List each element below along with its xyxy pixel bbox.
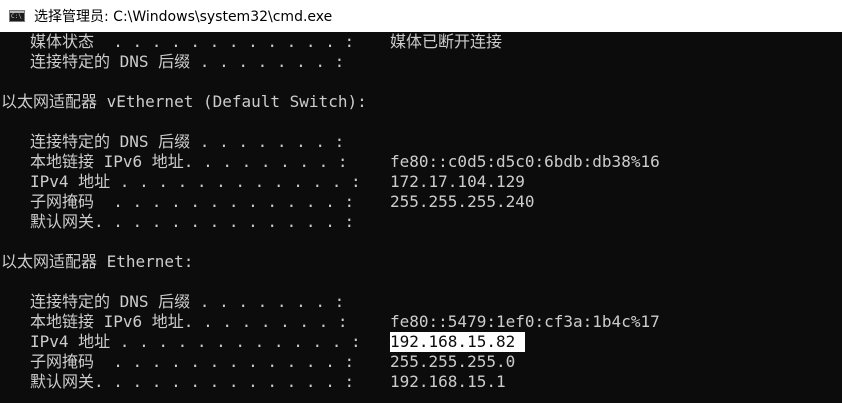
field-label: 连接特定的 DNS 后缀 . . . . . . . : [30,292,345,311]
cmd-icon[interactable]: C:\ [9,10,25,22]
console-line: 默认网关. . . . . . . . . . . . . : [0,212,354,232]
console-line: 本地链接 IPv6 地址. . . . . . . . : fe80::c0d5… [0,152,660,172]
console-line: 连接特定的 DNS 后缀 . . . . . . . : [0,292,344,312]
field-label: 连接特定的 DNS 后缀 . . . . . . . : [30,52,345,71]
selected-text[interactable]: 192.168.15.82 [390,332,526,352]
console-line: 子网掩码 . . . . . . . . . . . . : 255.255.2… [0,192,535,212]
console-line: 本地链接 IPv6 地址. . . . . . . . : fe80::5479… [0,312,660,332]
field-label: IPv4 地址 . . . . . . . . . . . . : [30,332,361,351]
console-line: 默认网关. . . . . . . . . . . . . : 192.168.… [0,372,506,392]
field-label: 子网掩码 . . . . . . . . . . . . : [30,352,355,371]
field-label: 默认网关. . . . . . . . . . . . . : [30,372,355,391]
field-label: 本地链接 IPv6 地址. . . . . . . . : [30,312,348,331]
window-title: 选择管理员: C:\Windows\system32\cmd.exe [34,9,333,25]
cmd-icon-prompt: C:\ [11,13,22,20]
console-line: IPv4 地址 . . . . . . . . . . . . : 192.16… [0,332,526,352]
adapter-heading: 以太网适配器 vEthernet (Default Switch): [0,92,367,112]
adapter-heading-text: 以太网适配器 Ethernet: [1,252,194,271]
field-label: 连接特定的 DNS 后缀 . . . . . . . : [30,132,345,151]
cmd-window: C:\ 选择管理员: C:\Windows\system32\cmd.exe 媒… [0,0,842,403]
console-line: 连接特定的 DNS 后缀 . . . . . . . : [0,132,344,152]
field-label: IPv4 地址 . . . . . . . . . . . . : [30,172,361,191]
adapter-heading: 以太网适配器 Ethernet: [0,252,193,272]
field-value: fe80::5479:1ef0:cf3a:1b4c%17 [390,312,660,331]
field-value: 媒体已断开连接 [390,32,503,51]
console-line: 媒体状态 . . . . . . . . . . . . : 媒体已断开连接 [0,32,502,52]
adapter-heading-text: 以太网适配器 vEthernet (Default Switch): [1,92,367,111]
field-value: 255.255.255.240 [390,192,535,211]
console-output[interactable]: 媒体状态 . . . . . . . . . . . . : 媒体已断开连接 连… [0,32,842,403]
title-bar[interactable]: C:\ 选择管理员: C:\Windows\system32\cmd.exe [0,0,842,32]
console-line: IPv4 地址 . . . . . . . . . . . . : 172.17… [0,172,525,192]
field-value: 192.168.15.1 [390,372,506,391]
field-label: 媒体状态 . . . . . . . . . . . . : [30,32,355,51]
field-label: 本地链接 IPv6 地址. . . . . . . . : [30,152,348,171]
field-label: 子网掩码 . . . . . . . . . . . . : [30,192,355,211]
console-line: 连接特定的 DNS 后缀 . . . . . . . : [0,52,344,72]
field-label: 默认网关. . . . . . . . . . . . . : [30,212,355,231]
field-value: fe80::c0d5:d5c0:6bdb:db38%16 [390,152,660,171]
field-value: 172.17.104.129 [390,172,525,191]
field-value: 255.255.255.0 [390,352,516,371]
console-line: 子网掩码 . . . . . . . . . . . . : 255.255.2… [0,352,515,372]
